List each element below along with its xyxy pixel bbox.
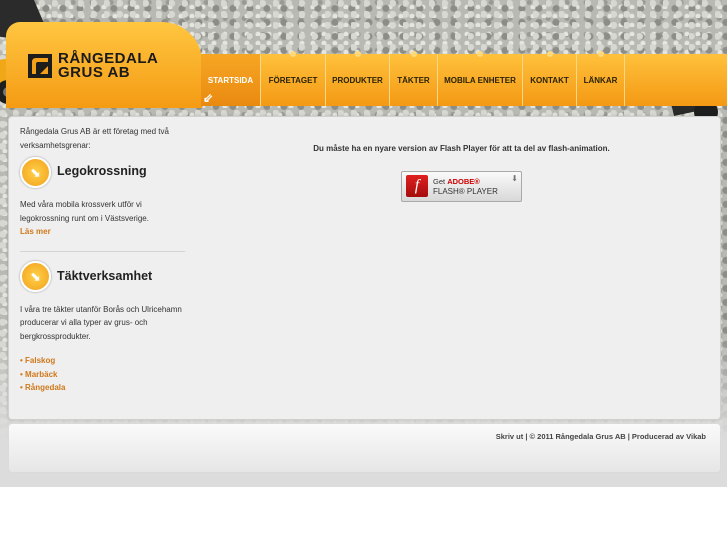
nav-dot — [290, 51, 296, 57]
nav-dot — [477, 51, 483, 57]
logo-mark-icon — [28, 54, 52, 78]
nav-kontakt[interactable]: KONTAKT — [523, 51, 577, 106]
nav-label: PRODUKTER — [332, 75, 383, 85]
copyright-text: | © 2011 Rångedala Grus AB | Producerad … — [525, 432, 685, 441]
nav-mobila-enheter[interactable]: MOBILA ENHETER — [438, 51, 523, 106]
page-bottom — [0, 487, 727, 545]
arrow-down-right-icon: ⬊ — [20, 156, 51, 188]
nav-dot — [410, 51, 417, 57]
main-panel: Rångedala Grus AB är ett företag med två… — [8, 116, 721, 420]
logo-text: RÅNGEDALA GRUS AB — [58, 51, 158, 81]
footer: Skriv ut | © 2011 Rångedala Grus AB | Pr… — [8, 423, 721, 473]
flash-player-icon: f — [406, 175, 428, 197]
logo-line2: GRUS AB — [58, 64, 131, 81]
main-nav: STARTSIDA ⇙ FÖRETAGET PRODUKTER TÄKTER M… — [201, 51, 727, 106]
section-legokrossning-header: ⬊ Legokrossning — [20, 156, 185, 188]
flash-get: Get — [433, 177, 446, 186]
link-falskog[interactable]: • Falskog — [20, 354, 185, 368]
read-more-link[interactable]: Läs mer — [20, 227, 51, 236]
section-title: Legokrossning — [57, 164, 147, 179]
divider — [20, 250, 185, 252]
producer-link[interactable]: Vikab — [686, 432, 706, 441]
arrow-down-right-icon: ⇙ — [203, 91, 214, 105]
section-text: Med våra mobila krossverk utför vi legok… — [20, 198, 185, 239]
section-title: Täktverksamhet — [57, 268, 153, 283]
flash-notice: Du måste ha en nyare version av Flash Pl… — [313, 144, 610, 153]
nav-foretaget[interactable]: FÖRETAGET — [261, 51, 326, 106]
nav-produkter[interactable]: PRODUKTER — [326, 51, 390, 106]
intro-text: Rångedala Grus AB är ett företag med två… — [20, 127, 169, 150]
nav-label: LÄNKAR — [583, 75, 618, 85]
print-link[interactable]: Skriv ut — [496, 432, 524, 441]
flash-line2: FLASH® PLAYER — [433, 187, 498, 196]
arrow-down-right-icon: ⬊ — [20, 261, 51, 292]
nav-label: FÖRETAGET — [268, 75, 318, 85]
nav-label: MOBILA ENHETER — [444, 75, 516, 85]
footer-text: Skriv ut | © 2011 Rångedala Grus AB | Pr… — [496, 432, 706, 441]
flash-line1: Get ADOBE® — [433, 177, 480, 186]
flash-adobe: ADOBE® — [447, 177, 480, 186]
section-body: I våra tre täkter utanför Borås och Ulri… — [20, 304, 182, 341]
quarry-links: • Falskog • Marbäck • Rångedala — [20, 354, 185, 395]
section-body: Med våra mobila krossverk utför vi legok… — [20, 200, 149, 223]
nav-lankar[interactable]: LÄNKAR — [577, 51, 625, 106]
get-flash-player-button[interactable]: f Get ADOBE® FLASH® PLAYER ⬇ — [401, 171, 522, 202]
download-icon: ⬇ — [511, 174, 518, 183]
nav-startsida[interactable]: STARTSIDA ⇙ — [201, 54, 261, 106]
nav-dot — [546, 51, 553, 57]
site-logo[interactable]: RÅNGEDALA GRUS AB — [28, 51, 198, 86]
link-marback[interactable]: • Marbäck — [20, 368, 185, 382]
section-taktverksamhet-header: ⬊ Täktverksamhet — [20, 261, 185, 292]
nav-label: STARTSIDA — [207, 75, 254, 85]
page: RÅNGEDALA GRUS AB STARTSIDA ⇙ FÖRETAGET … — [0, 0, 727, 545]
section-text: I våra tre täkter utanför Borås och Ulri… — [20, 303, 185, 344]
nav-label: KONTAKT — [530, 75, 569, 85]
nav-dot — [597, 51, 604, 57]
link-rangedala[interactable]: • Rångedala — [20, 381, 185, 395]
nav-takter[interactable]: TÄKTER — [390, 51, 438, 106]
sidebar: Rångedala Grus AB är ett företag med två… — [20, 125, 185, 395]
nav-dot — [354, 51, 361, 57]
nav-label: TÄKTER — [397, 75, 430, 85]
